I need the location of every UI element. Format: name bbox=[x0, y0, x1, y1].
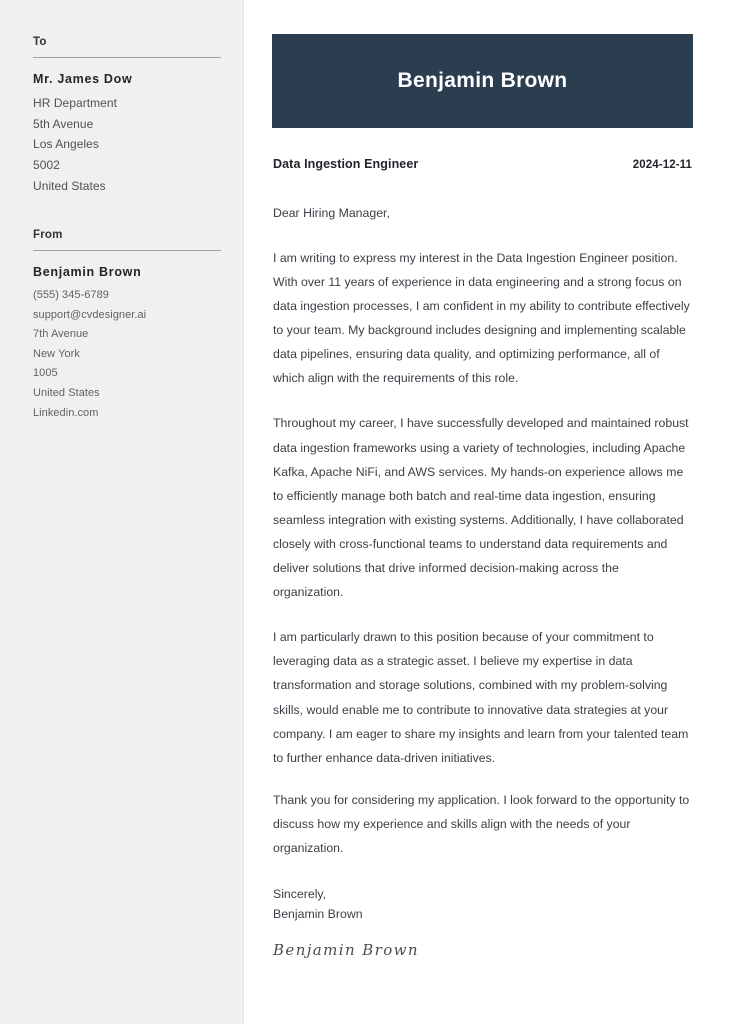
recipient-line: 5th Avenue bbox=[33, 116, 94, 131]
recipient-line: Los Angeles bbox=[33, 137, 99, 152]
recipient-line: United States bbox=[33, 178, 106, 193]
sender-phone: (555) 345-6789 bbox=[33, 289, 109, 302]
sender-name: Benjamin Brown bbox=[33, 265, 142, 280]
recipient-name: Mr. James Dow bbox=[33, 72, 133, 86]
letter-paragraph: Throughout my career, I have successfull… bbox=[273, 416, 689, 600]
sidebar: To Mr. James Dow HR Department 5th Avenu… bbox=[0, 0, 244, 1024]
name-banner: Benjamin Brown bbox=[272, 34, 693, 128]
letter-paragraph: I am particularly drawn to this position… bbox=[273, 630, 689, 765]
recipient-line: 5002 bbox=[33, 157, 60, 172]
letter-meta-row: Data Ingestion Engineer 2024-12-11 bbox=[272, 157, 693, 171]
letter-paragraph: Thank you for considering my application… bbox=[273, 792, 690, 855]
closing-name: Benjamin Brown bbox=[273, 907, 363, 922]
salutation: Dear Hiring Manager, bbox=[273, 206, 390, 220]
sender-line: 7th Avenue bbox=[33, 328, 89, 341]
sender-line: New York bbox=[33, 347, 80, 360]
closing-block: Sincerely, Benjamin Brown bbox=[273, 884, 692, 925]
to-heading: To bbox=[33, 36, 221, 58]
banner-name: Benjamin Brown bbox=[397, 69, 568, 92]
recipient-block: To Mr. James Dow HR Department 5th Avenu… bbox=[33, 36, 221, 196]
sender-line: 1005 bbox=[33, 367, 58, 380]
sender-line: United States bbox=[33, 387, 100, 400]
from-heading: From bbox=[33, 229, 221, 252]
closing-word: Sincerely, bbox=[273, 887, 327, 902]
recipient-line: HR Department bbox=[33, 96, 118, 110]
letter-paragraph: I am writing to express my interest in t… bbox=[273, 250, 690, 386]
sender-email: support@cvdesigner.ai bbox=[33, 308, 147, 321]
letter-body: Benjamin Brown Data Ingestion Engineer 2… bbox=[244, 0, 730, 1024]
cover-letter-page: To Mr. James Dow HR Department 5th Avenu… bbox=[0, 0, 730, 1024]
letter-date: 2024-12-11 bbox=[632, 159, 692, 171]
signature: Benjamin Brown bbox=[273, 940, 419, 959]
sender-linkedin: Linkedin.com bbox=[33, 406, 99, 419]
job-title: Data Ingestion Engineer bbox=[273, 157, 419, 171]
letter-content: Dear Hiring Manager, I am writing to exp… bbox=[272, 204, 693, 959]
sender-block: From Benjamin Brown (555) 345-6789 suppo… bbox=[33, 229, 221, 423]
